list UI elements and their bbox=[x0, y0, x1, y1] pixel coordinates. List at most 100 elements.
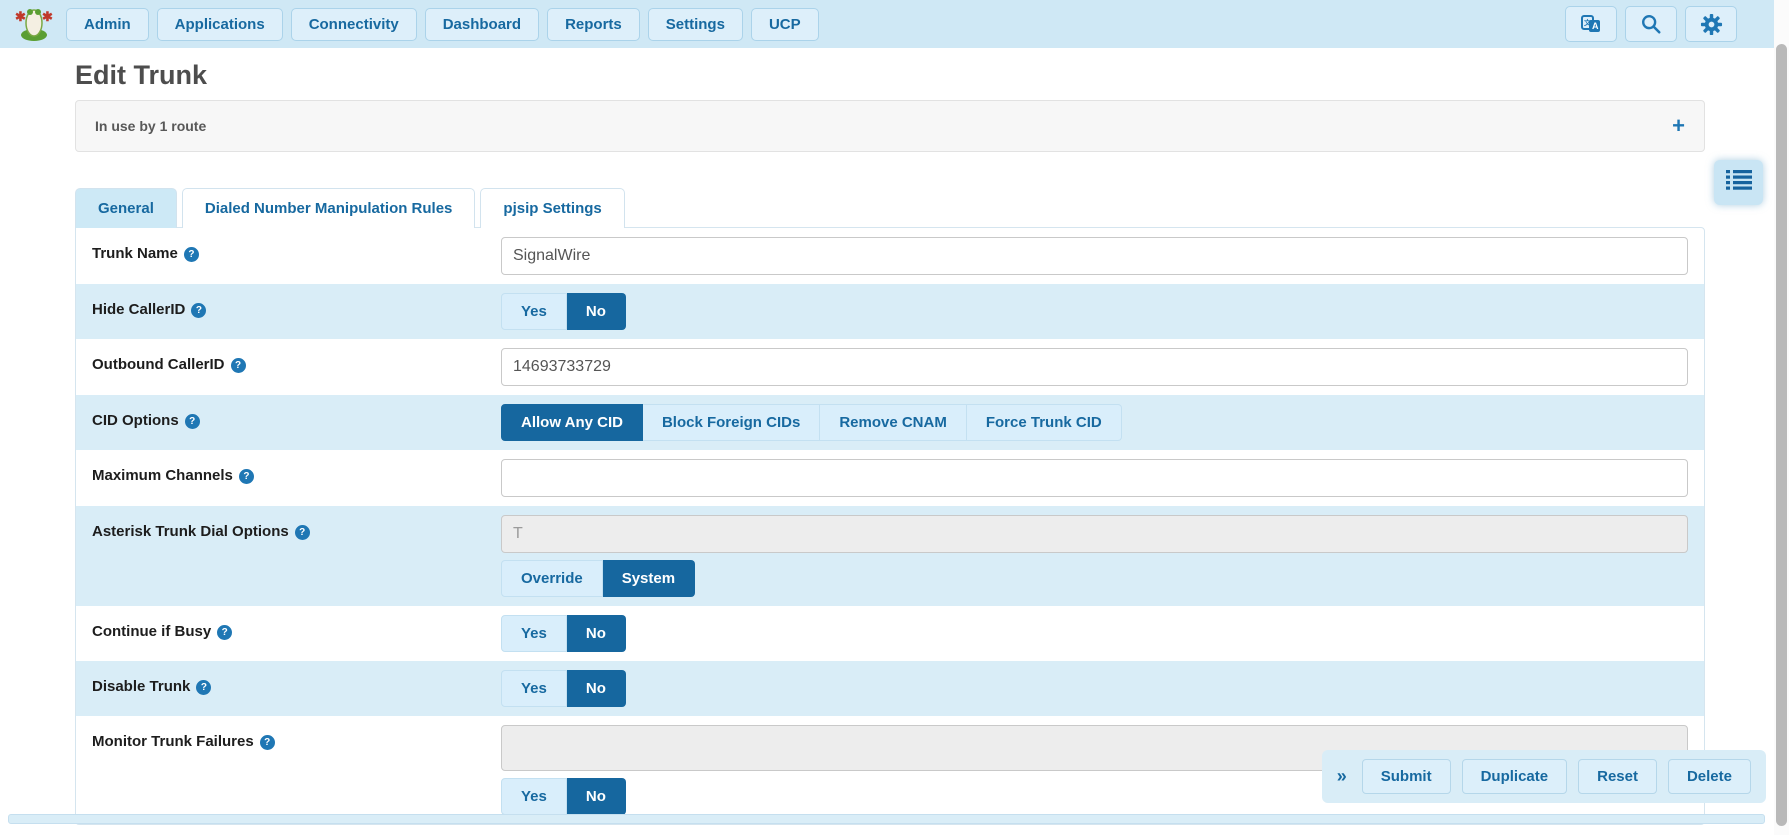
field-label-text: Asterisk Trunk Dial Options bbox=[92, 523, 289, 540]
tab-dialed-number-manipulation-rules[interactable]: Dialed Number Manipulation Rules bbox=[182, 188, 476, 228]
expand-plus-icon[interactable]: + bbox=[1672, 115, 1685, 137]
field-label-monitor-trunk-failures: Monitor Trunk Failures? bbox=[76, 716, 501, 760]
nav-item-dashboard[interactable]: Dashboard bbox=[425, 8, 539, 41]
top-navbar: ✱ ✱ AdminApplicationsConnectivityDashboa… bbox=[0, 0, 1789, 48]
field-label-text: Continue if Busy bbox=[92, 623, 211, 640]
input-maximum-channels[interactable] bbox=[501, 459, 1688, 497]
help-icon[interactable]: ? bbox=[217, 625, 232, 640]
field-label-asterisk-trunk-dial-options: Asterisk Trunk Dial Options? bbox=[76, 506, 501, 550]
trunk-tabs: GeneralDialed Number Manipulation Rulesp… bbox=[75, 188, 1705, 228]
help-icon[interactable]: ? bbox=[196, 680, 211, 695]
toggle-group-asterisk-trunk-dial-options: OverrideSystem bbox=[501, 560, 695, 597]
field-control-continue-if-busy: YesNo bbox=[501, 606, 1704, 661]
svg-text:文: 文 bbox=[1584, 18, 1592, 27]
vertical-scrollbar[interactable] bbox=[1774, 0, 1789, 835]
toggle-group-disable-trunk: YesNo bbox=[501, 670, 626, 707]
list-icon bbox=[1726, 169, 1752, 196]
duplicate-button[interactable]: Duplicate bbox=[1462, 759, 1568, 794]
nav-item-reports[interactable]: Reports bbox=[547, 8, 640, 41]
form-row-trunk-name: Trunk Name? bbox=[76, 228, 1704, 284]
field-label-outbound-callerid: Outbound CallerID? bbox=[76, 339, 501, 383]
main-menu: AdminApplicationsConnectivityDashboardRe… bbox=[62, 8, 823, 41]
help-icon[interactable]: ? bbox=[295, 525, 310, 540]
field-label-trunk-name: Trunk Name? bbox=[76, 228, 501, 272]
freepbx-frog-logo-icon[interactable]: ✱ ✱ bbox=[14, 4, 54, 44]
tab-pjsip-settings[interactable]: pjsip Settings bbox=[480, 188, 624, 228]
field-label-hide-callerid: Hide CallerID? bbox=[76, 284, 501, 328]
delete-button[interactable]: Delete bbox=[1668, 759, 1751, 794]
field-label-text: Disable Trunk bbox=[92, 678, 190, 695]
navbar-right-icons: A 文 bbox=[1557, 6, 1737, 42]
trunk-form: Trunk Name?Hide CallerID?YesNoOutbound C… bbox=[75, 227, 1705, 825]
toggle-group-continue-if-busy: YesNo bbox=[501, 615, 626, 652]
page-title: Edit Trunk bbox=[75, 58, 1705, 92]
help-icon[interactable]: ? bbox=[260, 735, 275, 750]
nav-item-admin[interactable]: Admin bbox=[66, 8, 149, 41]
option-hide-callerid-no[interactable]: No bbox=[567, 293, 626, 330]
field-control-maximum-channels bbox=[501, 450, 1704, 506]
trunk-list-toggle-button[interactable] bbox=[1714, 160, 1763, 205]
form-row-disable-trunk: Disable Trunk? YesNo bbox=[76, 661, 1704, 716]
field-label-text: Maximum Channels bbox=[92, 467, 233, 484]
field-control-outbound-callerid bbox=[501, 339, 1704, 395]
reset-button[interactable]: Reset bbox=[1578, 759, 1657, 794]
action-bar: » Submit Duplicate Reset Delete bbox=[1322, 750, 1766, 803]
field-label-text: Hide CallerID bbox=[92, 301, 185, 318]
option-hide-callerid-yes[interactable]: Yes bbox=[501, 293, 567, 330]
field-control-hide-callerid: YesNo bbox=[501, 284, 1704, 339]
form-row-continue-if-busy: Continue if Busy?YesNo bbox=[76, 606, 1704, 661]
option-monitor-trunk-failures-yes[interactable]: Yes bbox=[501, 778, 567, 815]
field-label-maximum-channels: Maximum Channels? bbox=[76, 450, 501, 494]
svg-text:✱: ✱ bbox=[42, 9, 53, 24]
option-cid-options-allow-any-cid[interactable]: Allow Any CID bbox=[501, 404, 643, 441]
option-disable-trunk-yes[interactable]: Yes bbox=[501, 670, 567, 707]
toggle-group-cid-options: Allow Any CIDBlock Foreign CIDsRemove CN… bbox=[501, 404, 1122, 441]
option-asterisk-trunk-dial-options-system[interactable]: System bbox=[603, 560, 695, 597]
form-row-outbound-callerid: Outbound CallerID? bbox=[76, 339, 1704, 395]
gear-icon[interactable] bbox=[1685, 6, 1737, 42]
option-cid-options-force-trunk-cid[interactable]: Force Trunk CID bbox=[967, 404, 1122, 441]
scrollbar-thumb[interactable] bbox=[1776, 44, 1787, 826]
option-asterisk-trunk-dial-options-override[interactable]: Override bbox=[501, 560, 603, 597]
toggle-group-monitor-trunk-failures: YesNo bbox=[501, 778, 626, 815]
field-label-text: CID Options bbox=[92, 412, 179, 429]
form-row-asterisk-trunk-dial-options: Asterisk Trunk Dial Options?OverrideSyst… bbox=[76, 506, 1704, 606]
help-icon[interactable]: ? bbox=[184, 247, 199, 262]
form-row-maximum-channels: Maximum Channels? bbox=[76, 450, 1704, 506]
option-continue-if-busy-yes[interactable]: Yes bbox=[501, 615, 567, 652]
submit-button[interactable]: Submit bbox=[1362, 759, 1451, 794]
svg-text:✱: ✱ bbox=[15, 9, 26, 24]
input-asterisk-trunk-dial-options bbox=[501, 515, 1688, 553]
field-label-continue-if-busy: Continue if Busy? bbox=[76, 606, 501, 650]
page-content: Edit Trunk In use by 1 route + GeneralDi… bbox=[75, 58, 1705, 825]
form-row-cid-options: CID Options? Allow Any CIDBlock Foreign C… bbox=[76, 395, 1704, 450]
footer-strip bbox=[8, 814, 1765, 824]
input-outbound-callerid[interactable] bbox=[501, 348, 1688, 386]
nav-item-applications[interactable]: Applications bbox=[157, 8, 283, 41]
field-control-disable-trunk: YesNo bbox=[501, 661, 1704, 716]
tab-general[interactable]: General bbox=[75, 188, 177, 228]
toggle-group-hide-callerid: YesNo bbox=[501, 293, 626, 330]
option-monitor-trunk-failures-no[interactable]: No bbox=[567, 778, 626, 815]
input-trunk-name[interactable] bbox=[501, 237, 1688, 275]
option-continue-if-busy-no[interactable]: No bbox=[567, 615, 626, 652]
field-control-asterisk-trunk-dial-options: OverrideSystem bbox=[501, 506, 1704, 606]
language-icon[interactable]: A 文 bbox=[1565, 6, 1617, 42]
help-icon[interactable]: ? bbox=[231, 358, 246, 373]
field-label-text: Outbound CallerID bbox=[92, 356, 225, 373]
nav-item-settings[interactable]: Settings bbox=[648, 8, 743, 41]
option-disable-trunk-no[interactable]: No bbox=[567, 670, 626, 707]
usage-text: In use by 1 route bbox=[95, 118, 206, 134]
help-icon[interactable]: ? bbox=[185, 414, 200, 429]
usage-panel[interactable]: In use by 1 route + bbox=[75, 100, 1705, 152]
svg-text:A: A bbox=[1592, 21, 1599, 31]
search-icon[interactable] bbox=[1625, 6, 1677, 42]
option-cid-options-remove-cnam[interactable]: Remove CNAM bbox=[820, 404, 967, 441]
option-cid-options-block-foreign-cids[interactable]: Block Foreign CIDs bbox=[643, 404, 820, 441]
field-label-text: Trunk Name bbox=[92, 245, 178, 262]
help-icon[interactable]: ? bbox=[239, 469, 254, 484]
nav-item-connectivity[interactable]: Connectivity bbox=[291, 8, 417, 41]
help-icon[interactable]: ? bbox=[191, 303, 206, 318]
collapse-chevron-icon[interactable]: » bbox=[1337, 766, 1347, 787]
nav-item-ucp[interactable]: UCP bbox=[751, 8, 819, 41]
